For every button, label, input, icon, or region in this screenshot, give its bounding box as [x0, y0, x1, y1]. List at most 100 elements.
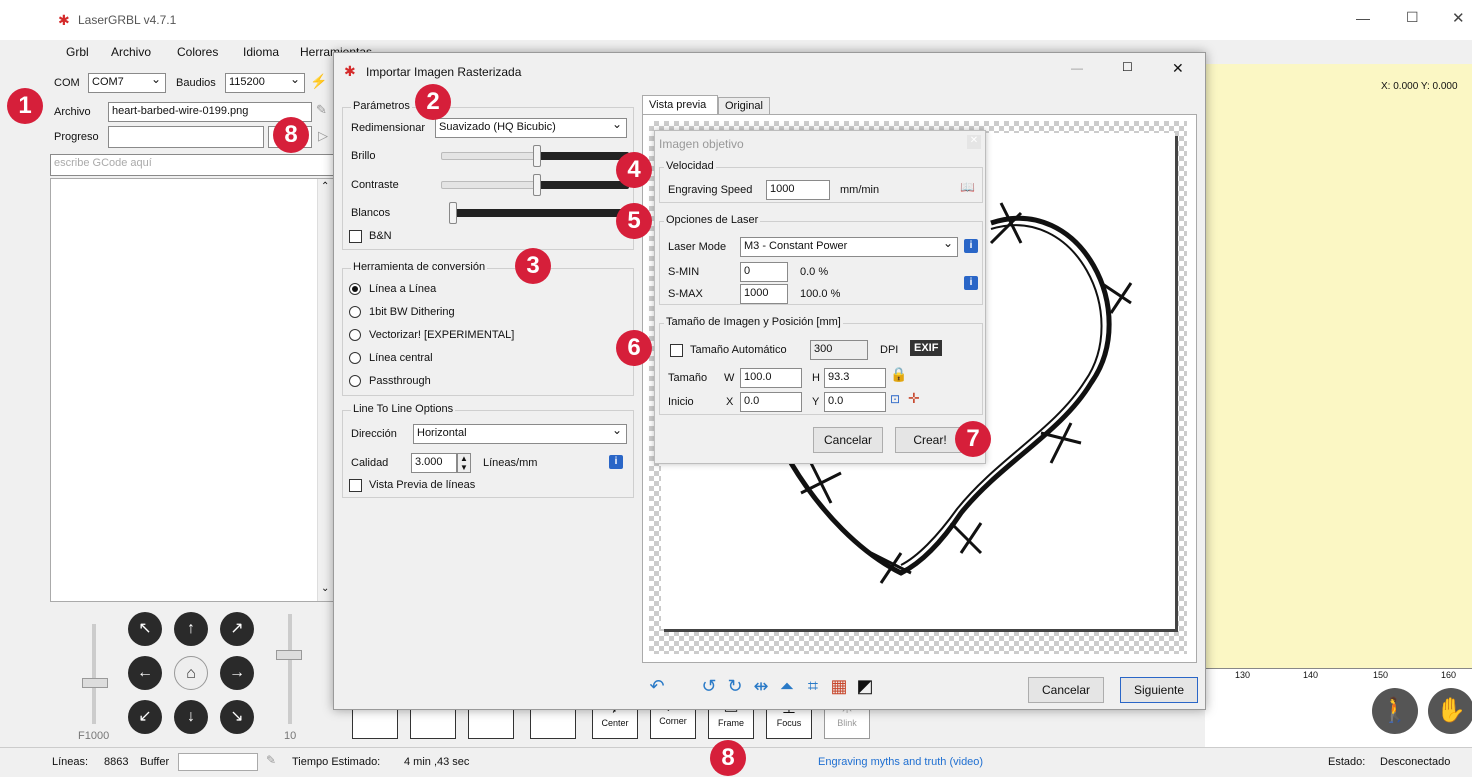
whites-slider[interactable]: [449, 202, 629, 224]
badge-8-progress: 8: [273, 117, 309, 153]
scroll-down-icon[interactable]: ⌄: [321, 583, 329, 594]
jog-right-icon[interactable]: →: [220, 656, 254, 690]
quality-label: Calidad: [351, 457, 389, 469]
preview-lines-checkbox[interactable]: [349, 479, 362, 492]
position-icon[interactable]: ⊡: [890, 392, 900, 406]
crosshair-icon[interactable]: ✛: [908, 390, 920, 407]
dialog-minimize-button[interactable]: —: [1071, 61, 1083, 75]
gcode-list[interactable]: ⌃ ⌄: [50, 178, 334, 602]
menu-archivo[interactable]: Archivo: [111, 45, 151, 59]
baud-select[interactable]: 115200: [225, 73, 305, 93]
menu-idioma[interactable]: Idioma: [243, 45, 279, 59]
radio-centerline[interactable]: [349, 352, 361, 364]
auto-size-checkbox[interactable]: [670, 344, 683, 357]
w-input[interactable]: 100.0: [740, 368, 802, 388]
left-panel: COM COM7 Baudios 115200 ⚡ Archivo heart-…: [0, 64, 335, 747]
dpi-input[interactable]: 300: [810, 340, 868, 360]
speed-book-icon[interactable]: 📖: [960, 180, 975, 194]
smax-input[interactable]: 1000: [740, 284, 788, 304]
brightness-slider-fill[interactable]: [533, 145, 629, 167]
com-select[interactable]: COM7: [88, 73, 166, 93]
walk-icon[interactable]: 🚶: [1372, 688, 1418, 734]
connect-icon[interactable]: ⚡: [310, 73, 327, 90]
time-label: Tiempo Estimado:: [292, 756, 381, 768]
rotate-icon[interactable]: ↶: [646, 675, 668, 697]
gcode-input[interactable]: escribe GCode aquí: [50, 154, 335, 176]
size-title: Tamaño de Imagen y Posición [mm]: [664, 316, 843, 328]
run-icon[interactable]: ▷: [318, 128, 328, 144]
contrast-thumb[interactable]: [533, 174, 541, 196]
next-button[interactable]: Siguiente: [1120, 677, 1198, 703]
radio-dithering-label: 1bit BW Dithering: [369, 306, 455, 318]
minimize-button[interactable]: —: [1356, 10, 1370, 26]
tab-preview[interactable]: Vista previa: [642, 95, 718, 115]
contrast-slider-fill[interactable]: [533, 174, 629, 196]
rotate-right-icon[interactable]: ↻: [724, 675, 746, 697]
menu-colores[interactable]: Colores: [177, 45, 218, 59]
home-icon[interactable]: ⌂: [174, 656, 208, 690]
radio-passthrough[interactable]: [349, 375, 361, 387]
speed-slider-left[interactable]: [92, 624, 96, 724]
dialog-close-button[interactable]: ✕: [1172, 60, 1184, 77]
dialog-cancel-button[interactable]: Cancelar: [1028, 677, 1104, 703]
smax-label: S-MAX: [668, 288, 703, 300]
power-info-icon[interactable]: i: [964, 276, 978, 290]
laser-mode-select[interactable]: M3 - Constant Power: [740, 237, 958, 257]
badge-4: 4: [616, 152, 652, 188]
video-link[interactable]: Engraving myths and truth (video): [818, 756, 983, 768]
size-group: Tamaño de Imagen y Posición [mm] Tamaño …: [659, 316, 983, 415]
tab-original[interactable]: Original: [718, 97, 770, 115]
lock-icon[interactable]: 🔒: [890, 366, 907, 383]
quality-input[interactable]: 3.000: [411, 453, 457, 473]
laser-mode-info-icon[interactable]: i: [964, 239, 978, 253]
jog-up-left-icon[interactable]: ↖: [128, 612, 162, 646]
direction-select[interactable]: Horizontal: [413, 424, 627, 444]
y-input[interactable]: 0.0: [824, 392, 886, 412]
exif-button[interactable]: EXIF: [910, 340, 943, 356]
smin-input[interactable]: 0: [740, 262, 788, 282]
speed-slider-right[interactable]: [288, 614, 292, 724]
autotrim-icon[interactable]: ▦: [828, 675, 850, 697]
rotate-left-icon[interactable]: ↺: [698, 675, 720, 697]
speed-slider-right-thumb[interactable]: [276, 650, 302, 660]
brightness-slider[interactable]: [441, 152, 541, 160]
radio-dithering[interactable]: [349, 306, 361, 318]
preview-canvas[interactable]: X: 0.000 Y: 0.000 130 140 150 160: [1205, 64, 1472, 684]
jog-down-left-icon[interactable]: ↙: [128, 700, 162, 734]
radio-vectorize[interactable]: [349, 329, 361, 341]
flip-vertical-icon[interactable]: ⏶: [776, 675, 798, 697]
crop-icon[interactable]: ⌗: [802, 675, 824, 697]
h-input[interactable]: 93.3: [824, 368, 886, 388]
invert-icon[interactable]: ◩: [854, 675, 876, 697]
jog-down-icon[interactable]: ↓: [174, 700, 208, 734]
whites-thumb[interactable]: [449, 202, 457, 224]
target-title: Imagen objetivo: [659, 137, 744, 151]
close-window-button[interactable]: ✕: [1452, 9, 1465, 27]
speed-slider-left-thumb[interactable]: [82, 678, 108, 688]
jog-left-icon[interactable]: ←: [128, 656, 162, 690]
contrast-slider[interactable]: [441, 181, 541, 189]
quality-info-icon[interactable]: i: [609, 455, 623, 469]
target-close-icon[interactable]: ✕: [967, 135, 981, 149]
open-file-icon[interactable]: ✎: [316, 102, 327, 118]
dialog-maximize-button[interactable]: ☐: [1122, 60, 1133, 74]
flip-horizontal-icon[interactable]: ⇹: [750, 675, 772, 697]
jog-down-right-icon[interactable]: ↘: [220, 700, 254, 734]
brightness-thumb[interactable]: [533, 145, 541, 167]
target-cancel-button[interactable]: Cancelar: [813, 427, 883, 453]
maximize-button[interactable]: ☐: [1406, 9, 1419, 26]
preview-lines-label: Vista Previa de líneas: [369, 479, 476, 491]
bw-checkbox[interactable]: [349, 230, 362, 243]
radio-line-to-line[interactable]: [349, 283, 361, 295]
menu-grbl[interactable]: Grbl: [66, 45, 89, 59]
list-scrollbar[interactable]: ⌃ ⌄: [317, 179, 333, 601]
badge-1: 1: [7, 88, 43, 124]
jog-up-icon[interactable]: ↑: [174, 612, 208, 646]
scroll-up-icon[interactable]: ⌃: [321, 181, 329, 192]
x-input[interactable]: 0.0: [740, 392, 802, 412]
stop-hand-icon[interactable]: ✋: [1428, 688, 1472, 734]
quality-stepper[interactable]: ▲ ▼: [457, 453, 471, 473]
jog-up-right-icon[interactable]: ↗: [220, 612, 254, 646]
resize-select[interactable]: Suavizado (HQ Bicubic): [435, 118, 627, 138]
speed-input[interactable]: 1000: [766, 180, 830, 200]
